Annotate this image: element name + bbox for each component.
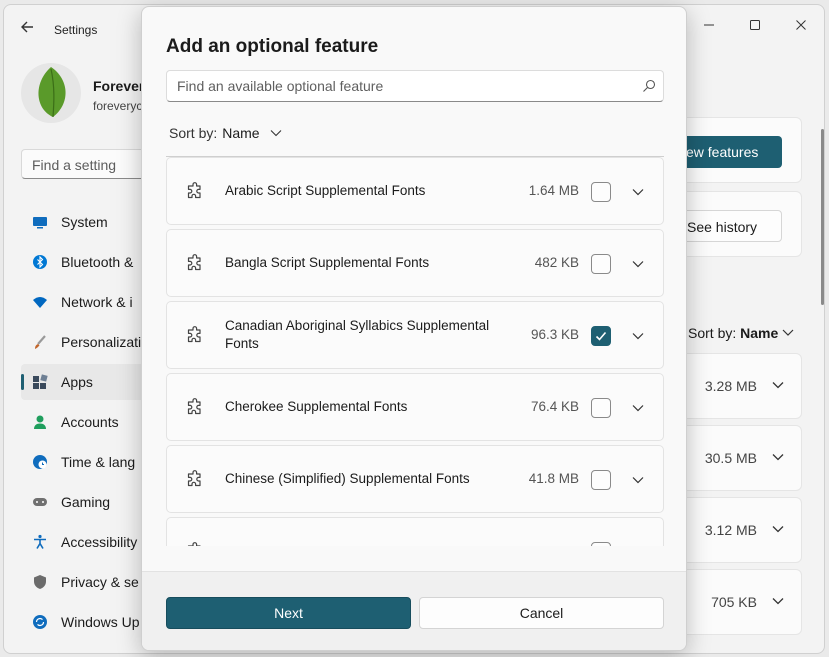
feature-row[interactable] [166,517,664,546]
sidebar-item-label: System [61,214,108,230]
accessibility-icon [32,534,48,550]
close-icon [796,20,806,30]
puzzle-piece-icon [185,182,205,202]
close-button[interactable] [778,13,824,37]
puzzle-piece-icon [185,470,205,490]
next-button[interactable]: Next [166,597,411,629]
feature-row[interactable]: Cherokee Supplemental Fonts 76.4 KB [166,373,664,441]
sidebar-item-label: Apps [61,374,93,390]
chevron-down-icon [270,130,281,137]
user-name: Forever [93,78,145,94]
dialog-footer: Next Cancel [142,571,686,650]
sort-value: Name [740,325,779,341]
chevron-down-icon[interactable] [631,473,645,487]
dialog-title: Add an optional feature [166,36,379,57]
bluetooth-icon [32,254,48,270]
chevron-down-icon[interactable] [771,522,785,536]
feature-name: Bangla Script Supplemental Fonts [225,255,430,270]
feature-checkbox[interactable] [591,542,611,546]
feature-checkbox[interactable] [591,182,611,202]
feature-search-input[interactable] [166,70,664,102]
back-arrow-icon[interactable] [18,18,36,36]
user-email: foreveryc [93,99,143,113]
chevron-down-icon[interactable] [631,329,645,343]
feature-name: Canadian Aboriginal Syllabics Supplement… [225,318,490,351]
checkmark-icon [595,331,607,341]
wifi-icon [32,294,48,310]
sidebar-item-label: Gaming [61,494,111,510]
chevron-down-icon[interactable] [631,257,645,271]
sidebar-item-label: Accessibility [61,534,138,550]
cancel-button[interactable]: Cancel [419,597,664,629]
maximize-icon [750,20,760,30]
feature-checkbox[interactable] [591,470,611,490]
feature-checkbox[interactable] [591,326,611,346]
chevron-down-icon[interactable] [631,185,645,199]
feature-size: 3.12 MB [704,522,757,538]
sidebar-item-label: Privacy & se [61,574,139,590]
shield-icon [32,574,48,590]
search-icon[interactable] [642,79,656,93]
puzzle-piece-icon [185,326,205,346]
sort-dropdown[interactable]: Sort by: Name [169,125,283,141]
chevron-down-icon[interactable] [771,450,785,464]
sidebar-item-label: Personalizati [61,334,142,350]
minimize-icon [704,24,714,26]
feature-name: Arabic Script Supplemental Fonts [225,183,426,198]
puzzle-piece-icon [185,254,205,274]
sidebar-item-label: Time & lang [61,454,136,470]
feature-name: Cherokee Supplemental Fonts [225,399,408,414]
maximize-button[interactable] [732,13,778,37]
avatar[interactable] [21,63,81,123]
sort-prefix: Sort by: [169,125,218,141]
update-icon [32,614,48,630]
feature-checkbox[interactable] [591,254,611,274]
puzzle-piece-icon [185,542,205,546]
brush-icon [32,334,48,350]
feature-row[interactable]: Bangla Script Supplemental Fonts 482 KB [166,229,664,297]
feature-size: 1.64 MB [528,183,579,198]
feature-row[interactable]: Arabic Script Supplemental Fonts 1.64 MB [166,157,664,225]
feature-size: 482 KB [534,255,579,270]
feature-row[interactable]: Canadian Aboriginal Syllabics Supplement… [166,301,664,369]
leaf-icon [38,67,66,118]
chevron-down-icon [782,329,794,336]
system-icon [32,214,48,230]
chevron-down-icon[interactable] [771,594,785,608]
puzzle-piece-icon [185,398,205,418]
chevron-down-icon[interactable] [771,378,785,392]
sort-value: Name [222,125,260,141]
globe-clock-icon [32,454,48,470]
feature-size: 705 KB [711,594,757,610]
sort-prefix: Sort by: [688,325,737,341]
sidebar-item-label: Bluetooth & [61,254,134,270]
controller-icon [32,494,48,510]
add-optional-feature-dialog: Add an optional feature Sort by: Name Ar… [141,6,687,651]
feature-row[interactable]: Chinese (Simplified) Supplemental Fonts … [166,445,664,513]
apps-icon [32,374,48,390]
app-title: Settings [54,23,98,37]
chevron-down-icon[interactable] [631,545,645,546]
feature-size: 30.5 MB [704,450,757,466]
sidebar-item-label: Accounts [61,414,119,430]
sidebar-item-label: Windows Up [61,614,140,630]
chevron-down-icon[interactable] [631,401,645,415]
installed-sort[interactable]: Sort by: Name [688,325,794,341]
scrollbar[interactable] [821,129,824,305]
feature-size: 96.3 KB [530,327,579,342]
person-icon [32,414,48,430]
feature-size: 3.28 MB [704,378,757,394]
feature-size: 76.4 KB [530,399,579,414]
sidebar-item-label: Network & i [61,294,133,310]
feature-checkbox[interactable] [591,398,611,418]
feature-list: Arabic Script Supplemental Fonts 1.64 MB… [166,156,664,546]
feature-name [225,518,515,546]
feature-size: 41.8 MB [528,471,579,486]
feature-name: Chinese (Simplified) Supplemental Fonts [225,471,470,486]
minimize-button[interactable] [686,13,732,37]
